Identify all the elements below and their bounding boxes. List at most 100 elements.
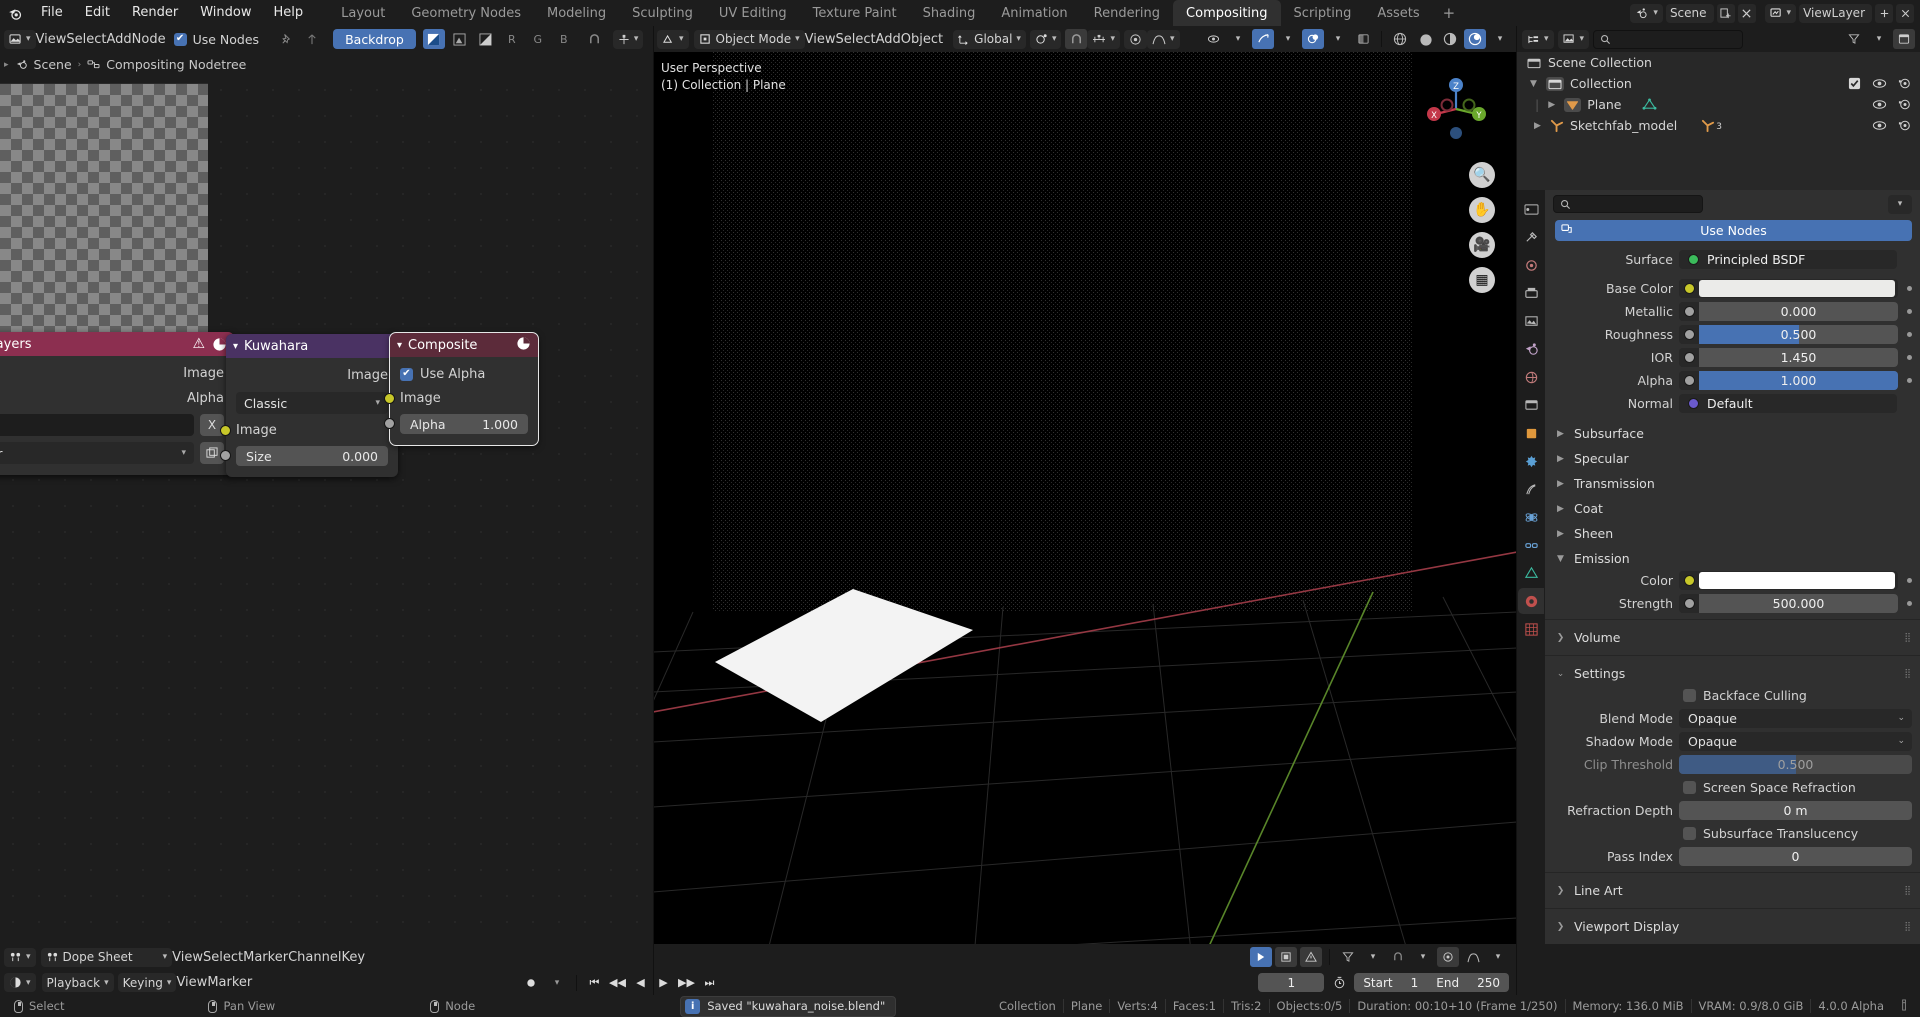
- transform-orientation-selector[interactable]: Global ▾: [953, 29, 1026, 49]
- menu-file[interactable]: File: [30, 0, 74, 26]
- metallic-slider[interactable]: 0.000: [1699, 301, 1898, 321]
- kuwahara-variation-select[interactable]: Classic ▾: [236, 392, 388, 414]
- roughness-socket[interactable]: [1683, 328, 1695, 340]
- backdrop-channel-b-icon[interactable]: B: [553, 29, 575, 49]
- backface-culling-row[interactable]: Backface Culling: [1555, 685, 1912, 705]
- node-kuwahara[interactable]: ▾ Kuwahara Image Classic ▾ Image Size 0.…: [220, 334, 404, 477]
- snap-magnet-icon-vp[interactable]: [1065, 29, 1088, 49]
- ior-slider[interactable]: 1.450: [1699, 347, 1898, 367]
- unlink-scene-icon[interactable]: [1737, 3, 1756, 23]
- screen-space-refraction-checkbox[interactable]: [1683, 780, 1696, 794]
- camera-icon[interactable]: [1898, 98, 1912, 111]
- dope-menu-view[interactable]: View: [172, 950, 203, 965]
- viewport-canvas[interactable]: User Perspective (1) Collection | Plane …: [653, 52, 1517, 970]
- base-color-swatch[interactable]: [1699, 279, 1895, 297]
- kuwahara-size-socket[interactable]: [220, 450, 231, 461]
- dope-falloff-dropdown-icon[interactable]: ▾: [1487, 947, 1509, 967]
- remove-viewlayer-icon[interactable]: [1896, 3, 1914, 23]
- workspace-tab-compositing[interactable]: Compositing: [1173, 0, 1281, 26]
- backdrop-channel-r-icon[interactable]: R: [501, 29, 523, 49]
- outliner-row-collection[interactable]: ▼ Collection: [1517, 73, 1920, 94]
- tab-material[interactable]: [1518, 588, 1544, 614]
- node-render-layers-header[interactable]: ▾ Render Layers ⚠: [0, 332, 234, 356]
- outliner-row-plane[interactable]: | ▶ Plane: [1517, 94, 1920, 115]
- workspace-tab-sculpting[interactable]: Sculpting: [619, 0, 706, 26]
- composite-input-socket-image[interactable]: [384, 393, 395, 404]
- keying-menu[interactable]: Keying ▾: [117, 973, 177, 992]
- play-button[interactable]: ▶: [654, 973, 673, 992]
- tab-tool[interactable]: [1518, 224, 1544, 250]
- refraction-depth-field[interactable]: 0 m: [1679, 800, 1912, 820]
- properties-options-dropdown[interactable]: ▾: [1888, 194, 1912, 214]
- pass-index-field[interactable]: 0: [1679, 846, 1912, 866]
- workspace-tab-layout[interactable]: Layout: [328, 0, 398, 26]
- ior-socket[interactable]: [1683, 351, 1695, 363]
- node-menu-add[interactable]: Add: [107, 32, 132, 47]
- timeline-editor-type-selector[interactable]: ▾: [4, 973, 36, 992]
- shading-dropdown-icon[interactable]: ▾: [1489, 29, 1511, 49]
- node-menu-node[interactable]: Node: [132, 32, 166, 47]
- tab-particles[interactable]: [1518, 476, 1544, 502]
- node-menu-select[interactable]: Select: [66, 32, 106, 47]
- scene-name-field[interactable]: Scene: [1665, 3, 1714, 23]
- show-overlays-icon[interactable]: [1302, 29, 1324, 49]
- workspace-tab-assets[interactable]: Assets: [1364, 0, 1432, 26]
- roughness-animate-dot[interactable]: [1907, 331, 1912, 337]
- metallic-socket[interactable]: [1683, 305, 1695, 317]
- gizmo-dropdown-icon[interactable]: ▾: [1277, 29, 1299, 49]
- tab-object-data[interactable]: [1518, 560, 1544, 586]
- workspace-tab-scripting[interactable]: Scripting: [1281, 0, 1365, 26]
- show-gizmo-icon[interactable]: [1252, 29, 1274, 49]
- panel-coat[interactable]: ▶ Coat: [1545, 497, 1920, 520]
- proportional-falloff-selector[interactable]: ▾: [1147, 29, 1180, 49]
- outliner-restriction-toggle-icon[interactable]: [1893, 29, 1915, 49]
- sketchfab-expand-triangle[interactable]: ▶: [1531, 121, 1544, 131]
- workspace-tab-rendering[interactable]: Rendering: [1081, 0, 1173, 26]
- roughness-slider[interactable]: 0.500: [1699, 324, 1898, 344]
- editor-type-selector[interactable]: ▾: [4, 29, 36, 49]
- jump-to-start-button[interactable]: ⏮: [585, 973, 604, 992]
- backdrop-toggle[interactable]: Backdrop: [333, 29, 416, 49]
- tab-world[interactable]: [1518, 364, 1544, 390]
- dope-menu-key[interactable]: Key: [341, 950, 365, 965]
- menu-edit[interactable]: Edit: [74, 0, 121, 26]
- pivot-point-selector[interactable]: ▾: [1029, 29, 1062, 49]
- previous-keyframe-button[interactable]: ◀◀: [608, 973, 627, 992]
- dope-menu-channel[interactable]: Channel: [288, 950, 341, 965]
- workspace-tab-texture-paint[interactable]: Texture Paint: [800, 0, 910, 26]
- timeline-menu-view[interactable]: View: [176, 975, 207, 990]
- tab-physics[interactable]: [1518, 504, 1544, 530]
- jump-to-end-button[interactable]: ⏭: [700, 973, 719, 992]
- emission-color-animate-dot[interactable]: [1907, 577, 1912, 583]
- composite-alpha-field[interactable]: Alpha 1.000: [400, 414, 528, 434]
- blender-logo-icon[interactable]: [0, 0, 30, 26]
- tab-object[interactable]: [1518, 420, 1544, 446]
- surface-value-field[interactable]: Principled BSDF: [1679, 249, 1897, 269]
- tab-render[interactable]: [1518, 252, 1544, 278]
- base-color-socket[interactable]: [1683, 282, 1695, 294]
- proportional-edit-dope-icon[interactable]: [1250, 947, 1272, 967]
- metallic-animate-dot[interactable]: [1907, 308, 1912, 314]
- use-nodes-checkbox[interactable]: ✔: [173, 32, 187, 46]
- emission-strength-socket[interactable]: [1683, 597, 1695, 609]
- backdrop-channel-g-icon[interactable]: G: [527, 29, 549, 49]
- use-nodes-toggle[interactable]: ✔ Use Nodes: [173, 32, 259, 47]
- panel-settings[interactable]: ⌄ Settings ⣿: [1545, 662, 1920, 685]
- dope-proportional-icon[interactable]: [1437, 947, 1459, 967]
- outliner-row-sketchfab-model[interactable]: ▶ Sketchfab_model 3: [1517, 115, 1920, 136]
- composite-use-alpha-checkbox[interactable]: ✔: [400, 367, 413, 381]
- outliner-filter-icon[interactable]: [1843, 29, 1865, 49]
- backdrop-channel-color-icon[interactable]: [422, 29, 445, 49]
- scene-browse-icon[interactable]: ▾: [1630, 3, 1663, 23]
- workspace-tab-shading[interactable]: Shading: [910, 0, 989, 26]
- menu-window[interactable]: Window: [189, 0, 262, 26]
- go-to-parent-icon[interactable]: [301, 29, 323, 49]
- tab-modifiers[interactable]: [1518, 448, 1544, 474]
- subsurface-translucency-row[interactable]: Subsurface Translucency: [1555, 823, 1912, 843]
- mesh-data-icon[interactable]: [1642, 98, 1657, 111]
- pin-icon[interactable]: [275, 29, 297, 49]
- resize-grip-icon[interactable]: [1899, 998, 1910, 1015]
- overlays-dropdown-icon[interactable]: ▾: [1327, 29, 1349, 49]
- eye-icon[interactable]: [1872, 119, 1887, 132]
- split-node-viewport[interactable]: [653, 26, 654, 995]
